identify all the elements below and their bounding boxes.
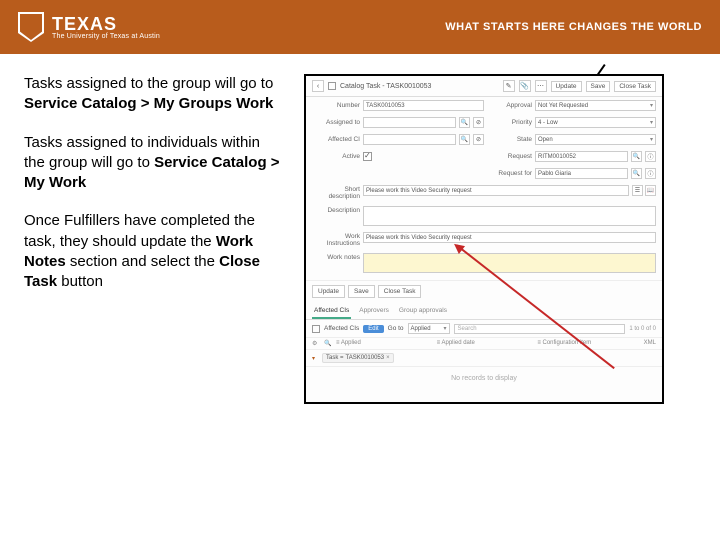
kb-icon[interactable]: 📖 [645, 185, 656, 196]
assigned-label: Assigned to [312, 119, 360, 126]
update-button[interactable]: Update [312, 285, 345, 298]
edit-icon[interactable]: ✎ [503, 80, 515, 92]
pager: 1 to 0 of 0 [629, 326, 656, 332]
approval-label: Approval [484, 102, 532, 109]
panel-header: ‹ Catalog Task - TASK0010053 ✎ 📎 ⋯ Updat… [306, 76, 662, 97]
related-tabs: Affected CIs Approvers Group approvals [306, 304, 662, 320]
goto-select[interactable]: Applied [408, 323, 450, 334]
affected-label: Affected CI [312, 136, 360, 143]
col-search[interactable]: 🔍 [324, 340, 336, 347]
paragraph-3: Once Fulfillers have completed the task,… [24, 211, 284, 292]
col-applied[interactable]: ≡ Applied [336, 340, 437, 347]
list-toolbar: Affected CIs Edit Go to Applied Search 1… [306, 320, 662, 337]
logo-subtitle: The University of Texas at Austin [52, 33, 160, 40]
filter-icon[interactable]: ▾ [312, 355, 322, 362]
screenshot-panel: ‹ Catalog Task - TASK0010053 ✎ 📎 ⋯ Updat… [304, 74, 664, 404]
tab-group-approvals[interactable]: Group approvals [397, 304, 449, 319]
logo-area: TEXAS The University of Texas at Austin [18, 12, 160, 42]
slide-header: TEXAS The University of Texas at Austin … [0, 0, 720, 54]
col-gear[interactable]: ⚙ [312, 340, 324, 347]
request-field[interactable]: RITM0010052 [535, 151, 628, 162]
short-description-field[interactable]: Please work this Video Security request [363, 185, 629, 196]
no-records: No records to display [306, 366, 662, 390]
work-instructions-field[interactable]: Please work this Video Security request [363, 232, 656, 243]
panel-title: Catalog Task - TASK0010053 [340, 83, 431, 90]
list-icon [312, 325, 320, 333]
logo-wordmark: TEXAS [52, 15, 160, 33]
priority-select[interactable]: 4 - Low [535, 117, 656, 128]
worknotes-label: Work notes [312, 253, 360, 261]
number-field[interactable]: TASK0010053 [363, 100, 484, 111]
table-header: ⚙ 🔍 ≡ Applied ≡ Applied date ≡ Configura… [306, 337, 662, 350]
state-label: State [484, 136, 532, 143]
suggest-icon[interactable]: ☰ [632, 185, 643, 196]
filter-tag[interactable]: Task = TASK0010053 × [322, 353, 394, 363]
search-input[interactable]: Search [454, 324, 626, 334]
clear-icon[interactable]: ⊘ [473, 117, 484, 128]
lookup-icon[interactable]: 🔍 [459, 134, 470, 145]
save-button[interactable]: Save [348, 285, 375, 298]
close-task-button-top[interactable]: Close Task [614, 81, 656, 92]
paragraph-1: Tasks assigned to the group will go to S… [24, 74, 284, 115]
priority-label: Priority [484, 119, 532, 126]
update-button-top[interactable]: Update [551, 81, 582, 92]
tab-affected-cis[interactable]: Affected CIs [312, 304, 351, 319]
number-label: Number [312, 102, 360, 109]
work-notes-field[interactable] [363, 253, 656, 273]
save-button-top[interactable]: Save [586, 81, 611, 92]
reqfor-label: Request for [484, 170, 532, 177]
lookup-icon[interactable]: 🔍 [459, 117, 470, 128]
col-ci[interactable]: ≡ Configuration item [537, 340, 638, 347]
attach-icon[interactable]: 📎 [519, 80, 531, 92]
left-column: Tasks assigned to the group will go to S… [24, 74, 284, 404]
record-icon [328, 82, 336, 90]
assigned-field[interactable] [363, 117, 456, 128]
more-icon[interactable]: ⋯ [535, 80, 547, 92]
affected-field[interactable] [363, 134, 456, 145]
shield-icon [18, 12, 44, 42]
tab-approvers[interactable]: Approvers [357, 304, 391, 319]
request-label: Request [484, 153, 532, 160]
clear-icon[interactable]: ⊘ [473, 134, 484, 145]
desc-label: Description [312, 206, 360, 214]
col-xml[interactable]: XML [638, 340, 656, 347]
active-checkbox[interactable] [363, 152, 372, 161]
back-button[interactable]: ‹ [312, 80, 324, 92]
remove-filter-icon[interactable]: × [386, 355, 390, 361]
col-applied-date[interactable]: ≡ Applied date [437, 340, 538, 347]
close-task-button[interactable]: Close Task [378, 285, 422, 298]
paragraph-2: Tasks assigned to individuals within the… [24, 133, 284, 194]
right-column: ‹ Catalog Task - TASK0010053 ✎ 📎 ⋯ Updat… [304, 74, 696, 404]
tagline: WHAT STARTS HERE CHANGES THE WORLD [445, 21, 702, 33]
lookup-icon[interactable]: 🔍 [631, 168, 642, 179]
list-title: Affected CIs [324, 325, 359, 332]
info-icon[interactable]: ⓘ [645, 168, 656, 179]
short-label: Short description [312, 185, 360, 200]
goto-label: Go to [388, 325, 404, 332]
lookup-icon[interactable]: 🔍 [631, 151, 642, 162]
active-label: Active [312, 153, 360, 160]
description-field[interactable] [363, 206, 656, 226]
reqfor-field[interactable]: Pablo Giaria [535, 168, 628, 179]
workinst-label: Work Instructions [312, 232, 360, 247]
state-select[interactable]: Open [535, 134, 656, 145]
info-icon[interactable]: ⓘ [645, 151, 656, 162]
action-bar: Update Save Close Task [306, 280, 662, 302]
filter-row: ▾ Task = TASK0010053 × [306, 350, 662, 366]
approval-select[interactable]: Not Yet Requested [535, 100, 656, 111]
edit-pill[interactable]: Edit [363, 325, 383, 333]
